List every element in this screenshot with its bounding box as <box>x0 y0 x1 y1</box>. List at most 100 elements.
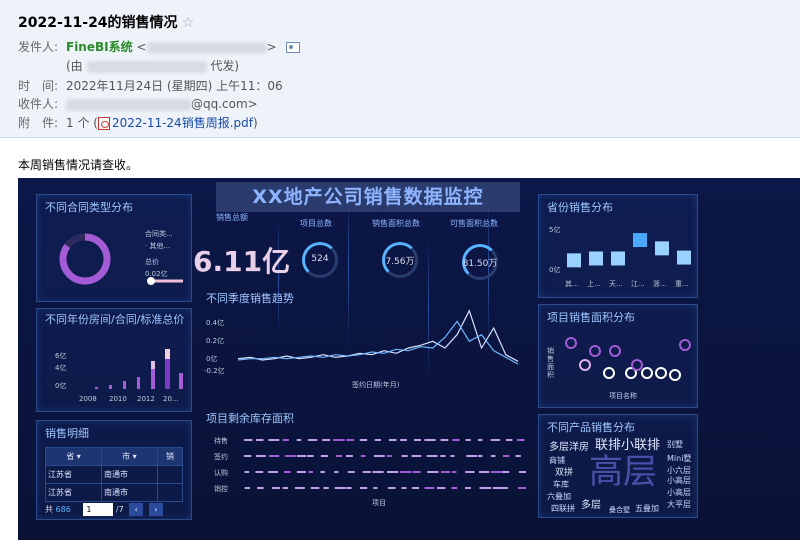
stock-mark <box>516 439 525 441</box>
stock-mark <box>502 455 510 457</box>
stock-mark <box>386 455 392 457</box>
stock-mark <box>346 455 353 457</box>
contract-total-value: 0.02亿 <box>145 270 168 278</box>
stock-mark <box>269 455 280 457</box>
stock-mark <box>387 487 396 489</box>
word-cloud-item: 六叠加 <box>547 492 571 501</box>
province-bar <box>589 251 603 266</box>
table-cell <box>156 483 184 502</box>
stock-title: 项目剩余库存面积 <box>206 412 294 425</box>
stock-mark <box>479 487 492 489</box>
province-bar <box>655 241 669 256</box>
stock-mark <box>490 471 502 473</box>
word-cloud-item: 多层洋房 <box>549 442 589 453</box>
stock-mark <box>335 455 343 457</box>
panel-province: 省份销售分布 5亿 0亿 其... 上... 天... 江... 浙... 重.… <box>538 194 698 298</box>
stock-mark <box>346 487 352 489</box>
stock-mark <box>490 455 496 457</box>
table-row[interactable]: 江苏省 南通市 <box>45 483 184 502</box>
stock-mark <box>255 471 264 473</box>
table-cell: 南通市 <box>100 483 158 502</box>
kpi-label: 项目总数 <box>300 219 332 228</box>
table-cell: 江苏省 <box>45 465 102 484</box>
stock-mark <box>310 487 320 489</box>
stock-mark <box>282 487 289 489</box>
word-cloud-item: Mini墅 <box>667 454 692 463</box>
stock-mark <box>437 487 446 489</box>
province-bar <box>611 251 625 266</box>
y-tick-label: -0.2亿 <box>204 367 225 375</box>
stock-mark <box>388 439 397 441</box>
col-header[interactable]: 市 ▾ <box>100 447 158 466</box>
province-bar <box>567 253 581 268</box>
stock-mark <box>257 487 264 489</box>
contact-card-icon[interactable] <box>286 42 301 53</box>
word-cloud-item: 小高层 <box>667 488 691 497</box>
stock-mark <box>346 439 355 441</box>
stock-mark <box>411 487 420 489</box>
page-input[interactable]: 1 <box>83 503 114 516</box>
stock-row-label: 销控 <box>214 485 228 493</box>
x-tick-label: 浙... <box>653 280 667 288</box>
attach-label: 附 件: <box>18 116 59 130</box>
stock-mark <box>466 455 478 457</box>
attachment-link[interactable]: 2022-11-24销售周报.pdf <box>112 116 253 130</box>
stock-mark <box>515 455 521 457</box>
attach-row: 附 件: 1 个 ( 2022-11-24销售周报.pdf) <box>18 114 258 131</box>
stock-mark <box>386 471 399 473</box>
to-row: 收件人: @qq.com> <box>18 95 258 112</box>
stock-mark <box>426 455 438 457</box>
panel-contract-type: 不同合同类型分布 合同类... · 其他... 总价 0.02亿 <box>36 194 192 302</box>
season-series-line <box>237 320 519 365</box>
stock-mark <box>243 439 253 441</box>
stock-mark <box>465 471 475 473</box>
stock-mark <box>333 439 345 441</box>
next-page-button[interactable]: › <box>148 503 163 516</box>
x-tick-label: 天... <box>609 280 623 288</box>
stock-mark <box>360 487 368 489</box>
table-header-row: 省 ▾ 市 ▾ 销 <box>45 447 184 466</box>
time-label: 时 间: <box>18 79 59 93</box>
stock-mark <box>424 439 436 441</box>
province-bar <box>677 250 691 265</box>
stock-mark <box>400 439 407 441</box>
stock-mark <box>477 439 483 441</box>
col-header[interactable]: 省 ▾ <box>45 447 102 466</box>
word-cloud-item: 四联拼 <box>551 504 575 513</box>
sender-label: 发件人: <box>18 40 59 54</box>
prev-page-button[interactable]: ‹ <box>129 503 144 516</box>
star-icon[interactable]: ☆ <box>182 15 195 31</box>
stock-row-label: 签约 <box>214 453 228 461</box>
stock-mark <box>490 439 501 441</box>
stock-mark <box>502 471 510 473</box>
word-cloud-item: 商铺 <box>549 456 565 465</box>
stock-mark <box>440 439 449 441</box>
season-title: 不同季度销售趋势 <box>206 292 294 305</box>
stock-mark <box>268 439 280 441</box>
word-cloud-item: 联排小联排 <box>595 438 661 453</box>
x-tick-label: 江... <box>631 280 645 288</box>
word-cloud-item: 叠合墅 <box>609 506 630 514</box>
col-header[interactable]: 销 <box>156 447 184 466</box>
stock-mark <box>360 455 366 457</box>
stock-mark <box>255 439 264 441</box>
to-address-redacted <box>66 98 191 111</box>
table-row[interactable]: 江苏省 南通市 <box>45 465 184 484</box>
contract-legend: 合同类... <box>145 230 173 238</box>
season-series-line <box>237 309 519 362</box>
stock-mark <box>452 439 460 441</box>
table-cell: 南通市 <box>100 465 158 484</box>
via-suffix: 代发) <box>210 59 240 73</box>
attach-count: 1 个 ( <box>66 116 98 130</box>
stock-mark <box>414 439 421 441</box>
x-tick-label: 上... <box>587 280 601 288</box>
sender-name[interactable]: FineBI系统 <box>66 40 133 54</box>
word-cloud-item: 小高层 <box>667 476 691 485</box>
word-cloud-item: 五叠加 <box>635 504 659 513</box>
attach-close: ) <box>252 116 258 130</box>
contract-legend: · 其他... <box>145 242 171 250</box>
stock-mark <box>451 471 457 473</box>
pager-total: 686 <box>55 505 71 514</box>
stock-mark <box>255 455 266 457</box>
word-cloud-item: 高层 <box>589 452 657 492</box>
